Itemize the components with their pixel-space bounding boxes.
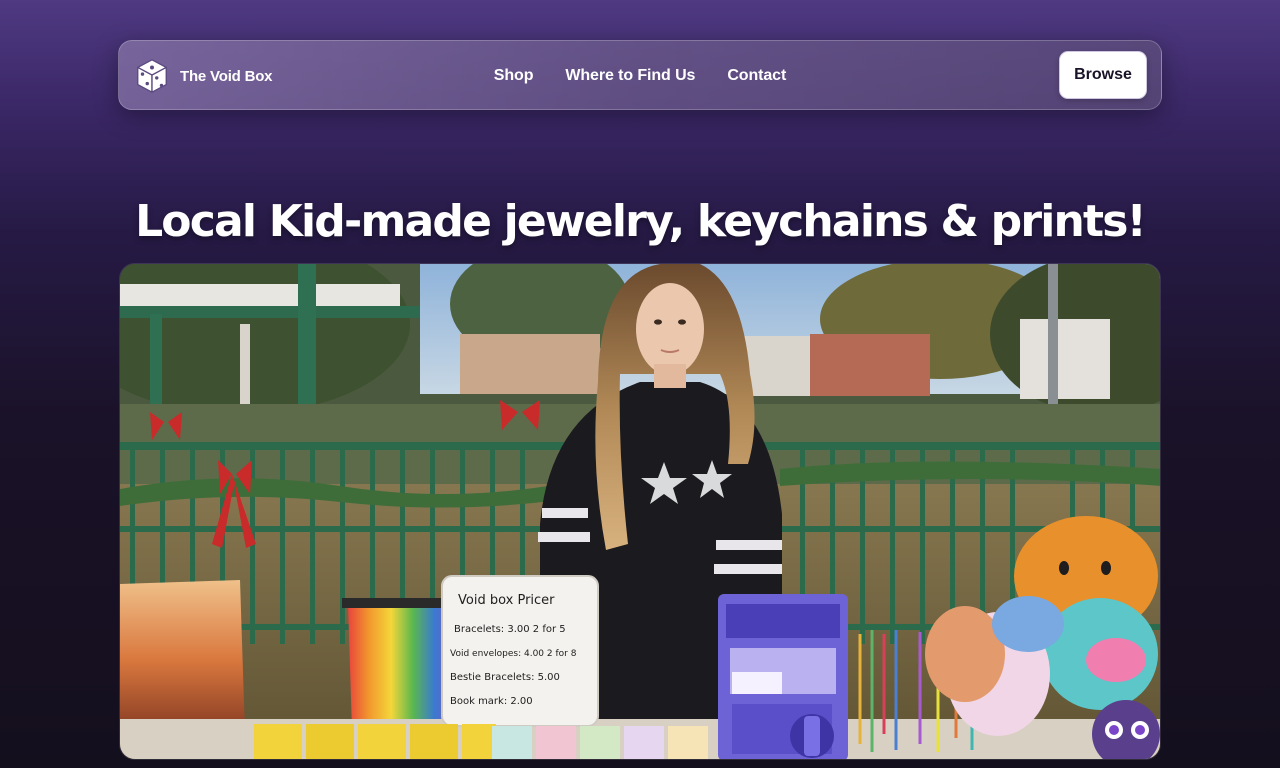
brand-home-link[interactable]: The Void Box [133,58,273,94]
nav-link-where-to-find-us[interactable]: Where to Find Us [565,67,695,85]
nav-links: Shop Where to Find Us Contact [119,41,1161,111]
sign-line-5: Book mark: 2.00 [450,696,533,707]
price-sign: Void box Pricer Bracelets: 3.00 2 for 5 … [441,575,599,727]
sign-line-1: Void box Pricer [458,593,555,608]
hero-title: Local Kid-made jewelry, keychains & prin… [135,196,1147,247]
sign-line-4: Bestie Bracelets: 5.00 [450,672,560,683]
nav-link-shop[interactable]: Shop [494,67,534,85]
brand-name: The Void Box [180,67,273,85]
dice-cube-icon [137,59,167,93]
sign-line-2: Bracelets: 3.00 2 for 5 [454,624,566,635]
hero-photo: Void box Pricer Bracelets: 3.00 2 for 5 … [119,263,1161,760]
top-navigation-bar: The Void Box Shop Where to Find Us Conta… [118,40,1162,110]
browse-button[interactable]: Browse [1059,51,1147,99]
sign-line-3: Void envelopes: 4.00 2 for 8 [450,649,577,659]
nav-link-contact[interactable]: Contact [727,67,786,85]
market-stall-photo: Void box Pricer Bracelets: 3.00 2 for 5 … [120,264,1160,759]
